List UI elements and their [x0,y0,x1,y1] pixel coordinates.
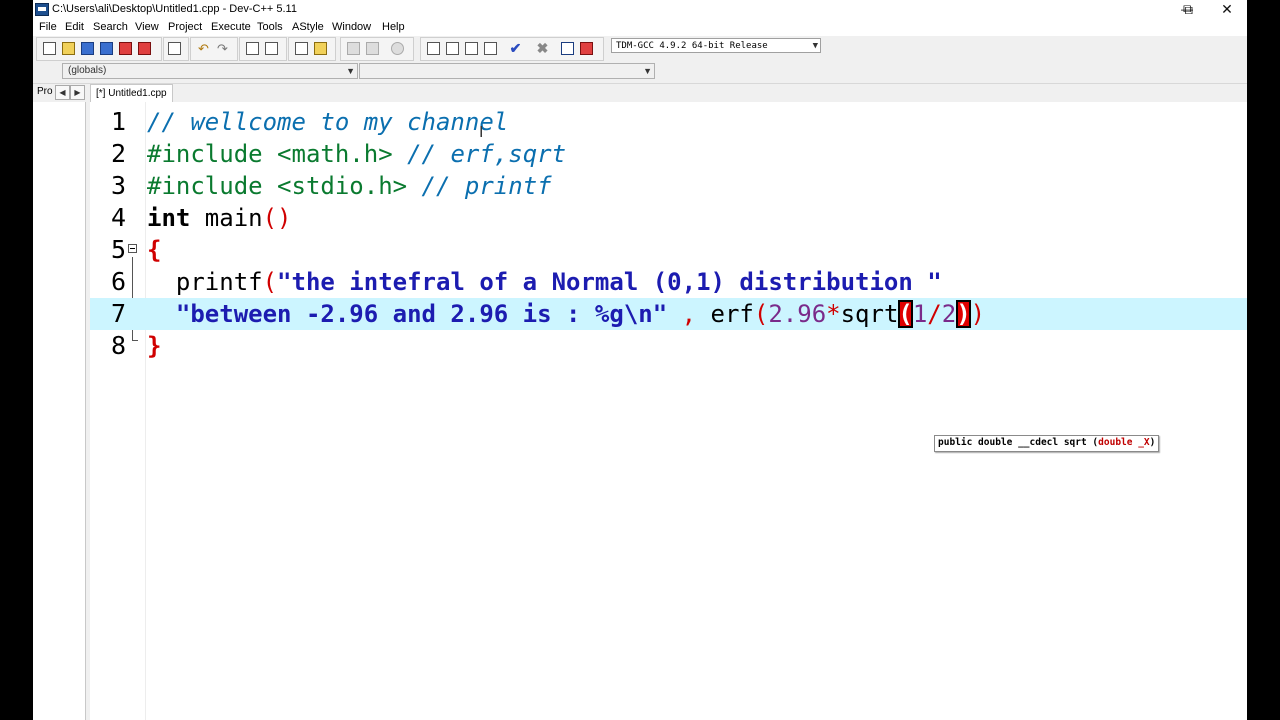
tab-scroll-left-icon[interactable]: ◀ [55,85,70,100]
line-number: 5 [110,235,126,264]
save-icon[interactable] [81,42,94,55]
debug-icon[interactable] [580,42,593,55]
file-toolbar-group [36,37,162,61]
print-toolbar-group [163,37,189,61]
redo-icon[interactable]: ↷ [216,42,229,55]
chevron-down-icon: ▼ [346,66,355,76]
close-file-icon[interactable] [119,42,132,55]
function-select[interactable]: ▼ [359,63,655,79]
run-icon[interactable] [446,42,459,55]
dev-cpp-app-icon [35,3,49,16]
save-all-icon[interactable] [100,42,113,55]
code-line-1: 1 // wellcome to my channel [90,106,1247,138]
close-button[interactable]: ✕ [1207,0,1247,20]
fold-collapse-icon[interactable] [128,244,137,253]
line-number: 6 [110,267,126,296]
build-toolbar-group: ✔ ✖ [420,37,604,61]
code-text: printf("the intefral of a Normal (0,1) d… [147,268,942,296]
compile-run-icon[interactable] [465,42,478,55]
function-signature-tooltip: public double __cdecl sqrt (double _X) [934,435,1160,452]
project-panel [33,102,86,720]
print-icon[interactable] [168,42,181,55]
main-toolbar: ↶ ↷ ✔ ✖ TDM-GCC 4.9.2 64-bit Release ▼ [33,36,1247,62]
indent-toolbar-group [288,37,336,61]
find-icon[interactable] [246,42,259,55]
goto-forward-icon[interactable] [366,42,379,55]
menu-help[interactable]: Help [382,21,405,33]
menu-project[interactable]: Project [168,21,202,33]
code-text: "between -2.96 and 2.96 is : %g\n" , erf… [147,300,986,328]
unindent-icon[interactable] [314,42,327,55]
abort-icon[interactable]: ✖ [536,41,549,55]
code-line-5: 5 { [90,234,1247,266]
menu-execute[interactable]: Execute [211,21,251,33]
menu-bar: File Edit Search View Project Execute To… [33,20,1247,36]
chevron-down-icon: ▼ [812,41,818,51]
text-cursor-icon: I [479,124,484,141]
project-panel-tab[interactable]: Pro [37,86,53,97]
find-toolbar-group [239,37,287,61]
tab-untitled1-cpp[interactable]: [*] Untitled1.cpp [90,84,173,103]
code-text: int main() [147,204,292,232]
line-number: 7 [110,299,126,328]
class-browser-toolbar: (globals) ▼ ▼ [33,61,1247,84]
menu-view[interactable]: View [135,21,159,33]
code-text: } [147,332,162,360]
new-file-icon[interactable] [43,42,56,55]
code-line-6: 6 printf("the intefral of a Normal (0,1)… [90,266,1247,298]
code-text: // wellcome to my channel [147,108,509,136]
line-number: 4 [110,203,126,232]
goto-back-icon[interactable] [347,42,360,55]
code-line-7-active: 7 "between -2.96 and 2.96 is : %g\n" , e… [90,298,1247,330]
code-line-4: 4 int main() [90,202,1247,234]
stop-icon[interactable] [391,42,404,55]
menu-astyle[interactable]: AStyle [292,21,324,33]
close-all-icon[interactable] [138,42,151,55]
chart-icon[interactable] [561,42,574,55]
window-title: C:\Users\ali\Desktop\Untitled1.cpp - Dev… [52,3,297,15]
code-line-3: 3 #include <stdio.h> // printf [90,170,1247,202]
compile-icon[interactable] [427,42,440,55]
undo-toolbar-group: ↶ ↷ [190,37,238,61]
chevron-down-icon: ▼ [643,66,652,76]
replace-icon[interactable] [265,42,278,55]
code-editor[interactable]: 1 // wellcome to my channel 2 #include <… [90,102,1247,720]
dev-cpp-window: C:\Users\ali\Desktop\Untitled1.cpp - Dev… [33,0,1247,720]
indent-icon[interactable] [295,42,308,55]
code-text: #include <math.h> // erf,sqrt [147,140,567,168]
code-text: { [147,236,162,264]
line-number: 1 [110,107,126,136]
line-number: 2 [110,139,126,168]
menu-edit[interactable]: Edit [65,21,84,33]
menu-search[interactable]: Search [93,21,128,33]
code-line-8: 8 } [90,330,1247,362]
line-number: 3 [110,171,126,200]
tab-scroll-right-icon[interactable]: ▶ [70,85,85,100]
scope-select-value: (globals) [68,65,107,76]
undo-icon[interactable]: ↶ [197,42,210,55]
tabs-row: Pro ◀ ▶ [*] Untitled1.cpp [33,84,1247,103]
scope-select[interactable]: (globals) ▼ [62,63,358,79]
bookmark-toolbar-group [340,37,414,61]
code-line-2: 2 #include <math.h> // erf,sqrt [90,138,1247,170]
compiler-select-value: TDM-GCC 4.9.2 64-bit Release [616,41,768,51]
menu-file[interactable]: File [39,21,57,33]
open-file-icon[interactable] [62,42,75,55]
title-bar: C:\Users\ali\Desktop\Untitled1.cpp - Dev… [33,0,1247,20]
code-text: #include <stdio.h> // printf [147,172,552,200]
compiler-select[interactable]: TDM-GCC 4.9.2 64-bit Release ▼ [611,38,821,53]
restore-button[interactable]: ⧉ [1168,0,1208,20]
line-number: 8 [110,331,126,360]
syntax-check-icon[interactable]: ✔ [509,41,522,55]
menu-tools[interactable]: Tools [257,21,283,33]
menu-window[interactable]: Window [332,21,371,33]
rebuild-icon[interactable] [484,42,497,55]
